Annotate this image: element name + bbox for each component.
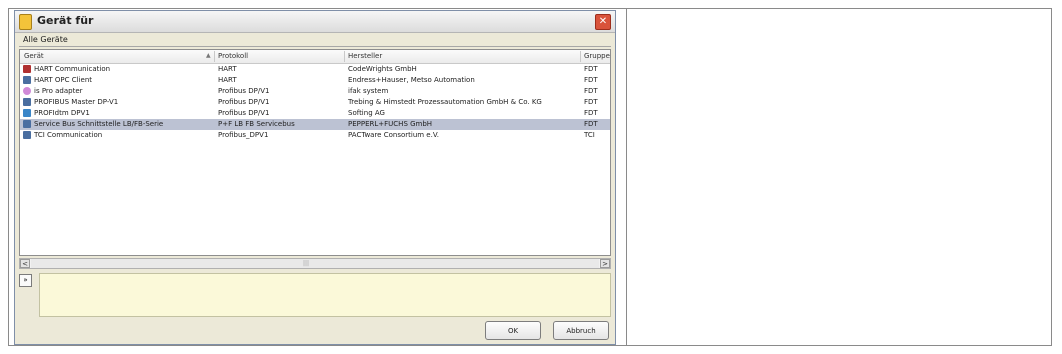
expand-info-button[interactable]: » (19, 274, 32, 287)
cell-protocol: Profibus DP/V1 (218, 98, 270, 106)
cell-protocol: HART (218, 65, 237, 73)
filter-label: Alle Geräte (23, 35, 68, 44)
cell-device: Service Bus Schnittstelle LB/FB-Serie (34, 120, 164, 128)
cell-device: PROFIdtm DPV1 (34, 109, 90, 117)
table-row[interactable]: PROFIBUS Master DP-V1 Profibus DP/V1 Trebi… (20, 97, 610, 108)
table-row[interactable]: is Pro adapter Profibus DP/V1 ifak system F… (20, 86, 610, 97)
cell-device: TCI Communication (34, 131, 103, 139)
scroll-right-button[interactable]: > (600, 259, 610, 268)
globe-adapter-icon (23, 87, 31, 95)
column-separator[interactable] (214, 51, 215, 62)
cell-protocol: Profibus_DPV1 (218, 131, 269, 139)
cell-device: HART OPC Client (34, 76, 93, 84)
cancel-button[interactable]: Abbruch (553, 321, 609, 340)
cell-vendor: Endress+Hauser, Metso Automation (348, 76, 475, 84)
cell-group: FDT (584, 76, 598, 84)
scroll-grip-icon: ||| (303, 260, 310, 267)
table-row[interactable]: Service Bus Schnittstelle LB/FB-Serie P+F… (20, 119, 610, 130)
table-row[interactable]: HART Communication HART CodeWrights GmbH FD… (20, 64, 610, 75)
cell-device: is Pro adapter (34, 87, 83, 95)
device-table: Gerät ▲ Protokoll Hersteller Gruppe HART… (19, 49, 611, 256)
cell-protocol: Profibus DP/V1 (218, 109, 270, 117)
sort-arrow-icon: ▲ (206, 52, 211, 59)
dialog-title: Gerät für (37, 14, 94, 27)
cell-group: FDT (584, 120, 598, 128)
column-header-device[interactable]: Gerät (24, 52, 44, 60)
cell-device: PROFIBUS Master DP-V1 (34, 98, 119, 106)
hart-communication-icon (23, 65, 31, 73)
cell-protocol: Profibus DP/V1 (218, 87, 270, 95)
device-plug-icon (23, 98, 31, 106)
cell-vendor: PACTware Consortium e.V. (348, 131, 439, 139)
table-header: Gerät ▲ Protokoll Hersteller Gruppe (20, 50, 610, 64)
info-pane (39, 273, 611, 317)
table-row[interactable]: HART OPC Client HART Endress+Hauser, Metso… (20, 75, 610, 86)
cell-group: FDT (584, 98, 598, 106)
profidtm-icon (23, 109, 31, 117)
column-header-group[interactable]: Gruppe (584, 52, 610, 60)
divider (19, 46, 611, 47)
cell-group: FDT (584, 87, 598, 95)
cell-group: TCI (584, 131, 595, 139)
scroll-left-button[interactable]: < (20, 259, 30, 268)
cell-group: FDT (584, 109, 598, 117)
cell-vendor: PEPPERL+FUCHS GmbH (348, 120, 433, 128)
app-icon (19, 14, 32, 30)
table-row[interactable]: PROFIdtm DPV1 Profibus DP/V1 Softing AG FDT (20, 108, 610, 119)
cell-vendor: ifak system (348, 87, 389, 95)
column-header-protocol[interactable]: Protokoll (218, 52, 248, 60)
device-plug-icon (23, 131, 31, 139)
cell-vendor: CodeWrights GmbH (348, 65, 417, 73)
cell-device: HART Communication (34, 65, 111, 73)
column-header-vendor[interactable]: Hersteller (348, 52, 382, 60)
cell-vendor: Trebing & Himstedt Prozessautomation Gmb… (348, 98, 542, 106)
column-separator[interactable] (580, 51, 581, 62)
close-button[interactable]: ✕ (595, 14, 611, 30)
cell-protocol: P+F LB FB Servicebus (218, 120, 295, 128)
horizontal-scrollbar[interactable]: < ||| > (19, 258, 611, 269)
device-plug-icon (23, 76, 31, 84)
column-separator[interactable] (344, 51, 345, 62)
cell-protocol: HART (218, 76, 237, 84)
cell-vendor: Softing AG (348, 109, 385, 117)
title-bar: Gerät für ✕ (15, 11, 615, 33)
scroll-thumb[interactable]: ||| (31, 259, 599, 268)
device-plug-icon (23, 120, 31, 128)
ok-button[interactable]: OK (485, 321, 541, 340)
figure-divider (626, 8, 627, 346)
cell-group: FDT (584, 65, 598, 73)
device-dialog: Gerät für ✕ Alle Geräte Gerät ▲ Protokol… (14, 10, 616, 345)
table-row[interactable]: TCI Communication Profibus_DPV1 PACTware C… (20, 130, 610, 141)
